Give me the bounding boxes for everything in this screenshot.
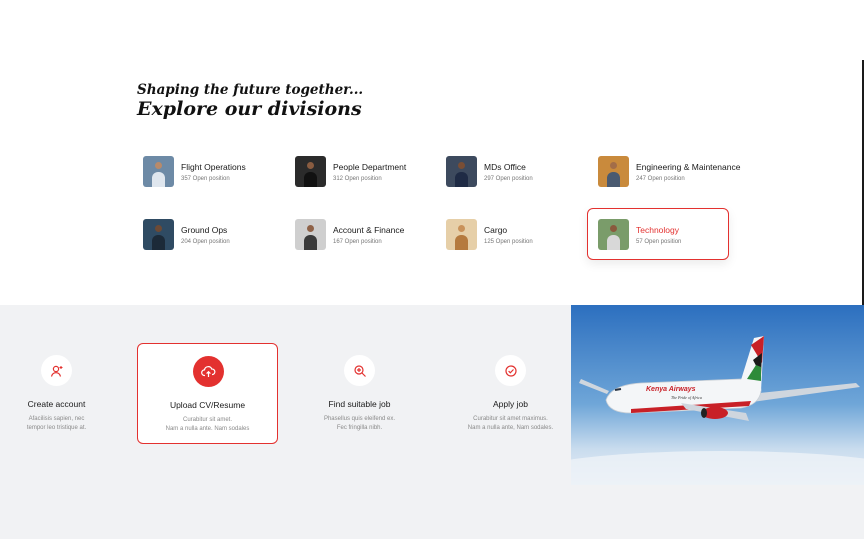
divisions-section: Shaping the future together... Explore o… bbox=[0, 0, 864, 305]
step-description: Curabitur sit amet maximus. Nam a nulla a… bbox=[467, 416, 554, 431]
section-tagline: Shaping the future together... bbox=[137, 82, 364, 98]
division-name: Technology bbox=[636, 224, 680, 235]
division-count: 247 Open position bbox=[636, 175, 685, 182]
division-card-technology[interactable]: Technology 57 Open position bbox=[587, 208, 729, 260]
step-find-job[interactable]: Find suitable job Phasellus quis eleifen… bbox=[289, 343, 430, 444]
division-count: 167 Open position bbox=[333, 238, 382, 245]
step-description: Curabitur sit amet. Nam a nulla ante. Nam… bbox=[165, 417, 250, 432]
division-card-account-finance[interactable]: Account & Finance 167 Open position bbox=[285, 208, 427, 260]
check-badge-icon bbox=[495, 355, 526, 386]
step-description: Afacilisis sapien, nec tempor leo tristiq… bbox=[26, 416, 87, 431]
division-name: Ground Ops bbox=[181, 224, 228, 235]
division-thumbnail bbox=[295, 218, 326, 250]
search-plus-icon bbox=[344, 355, 375, 386]
section-title: Explore our divisions bbox=[137, 98, 362, 120]
division-card-cargo[interactable]: Cargo 125 Open position bbox=[436, 208, 578, 260]
add-user-icon bbox=[41, 355, 72, 386]
division-count: 57 Open position bbox=[636, 238, 682, 245]
step-title: Find suitable job bbox=[328, 399, 391, 409]
division-thumbnail bbox=[598, 218, 629, 250]
step-title: Create account bbox=[27, 399, 86, 409]
division-thumbnail bbox=[446, 218, 477, 250]
division-thumbnail bbox=[143, 155, 174, 187]
division-card-engineering-maintenance[interactable]: Engineering & Maintenance 247 Open positi… bbox=[588, 145, 758, 197]
cloud-upload-icon bbox=[193, 356, 224, 387]
division-count: 125 Open position bbox=[484, 238, 533, 245]
step-upload-cv[interactable]: Upload CV/Resume Curabitur sit amet. Nam … bbox=[137, 343, 278, 444]
step-title: Upload CV/Resume bbox=[169, 400, 246, 410]
division-card-mds-office[interactable]: MDs Office 297 Open position bbox=[436, 145, 578, 197]
step-create-account[interactable]: Create account Afacilisis sapien, nec tem… bbox=[0, 343, 127, 444]
page: Shaping the future together... Explore o… bbox=[0, 0, 864, 539]
division-count: 204 Open position bbox=[181, 238, 230, 245]
step-apply-job[interactable]: Apply job Curabitur sit amet maximus. Nam… bbox=[440, 343, 581, 444]
division-name: Engineering & Maintenance bbox=[636, 161, 741, 172]
division-name: Flight Operations bbox=[181, 161, 246, 172]
division-count: 312 Open position bbox=[333, 175, 382, 182]
division-card-ground-ops[interactable]: Ground Ops 204 Open position bbox=[133, 208, 275, 260]
division-thumbnail bbox=[295, 155, 326, 187]
division-count: 357 Open position bbox=[181, 175, 230, 182]
division-card-people-department[interactable]: People Department 312 Open position bbox=[285, 145, 427, 197]
division-name: People Department bbox=[333, 161, 407, 172]
division-name: MDs Office bbox=[484, 161, 526, 172]
svg-text:The Pride of Africa: The Pride of Africa bbox=[671, 395, 702, 400]
division-count: 297 Open position bbox=[484, 175, 533, 182]
division-thumbnail bbox=[143, 218, 174, 250]
step-title: Apply job bbox=[493, 399, 528, 409]
airplane-image: Kenya Airways The Pride of Africa bbox=[571, 305, 864, 485]
svg-text:Kenya Airways: Kenya Airways bbox=[646, 386, 696, 393]
division-thumbnail bbox=[446, 155, 477, 187]
division-thumbnail bbox=[598, 155, 629, 187]
division-name: Account & Finance bbox=[333, 224, 405, 235]
division-card-flight-operations[interactable]: Flight Operations 357 Open position bbox=[133, 145, 275, 197]
step-description: Phasellus quis eleifend ex. Fec fringilla… bbox=[323, 416, 396, 431]
division-name: Cargo bbox=[484, 224, 508, 235]
